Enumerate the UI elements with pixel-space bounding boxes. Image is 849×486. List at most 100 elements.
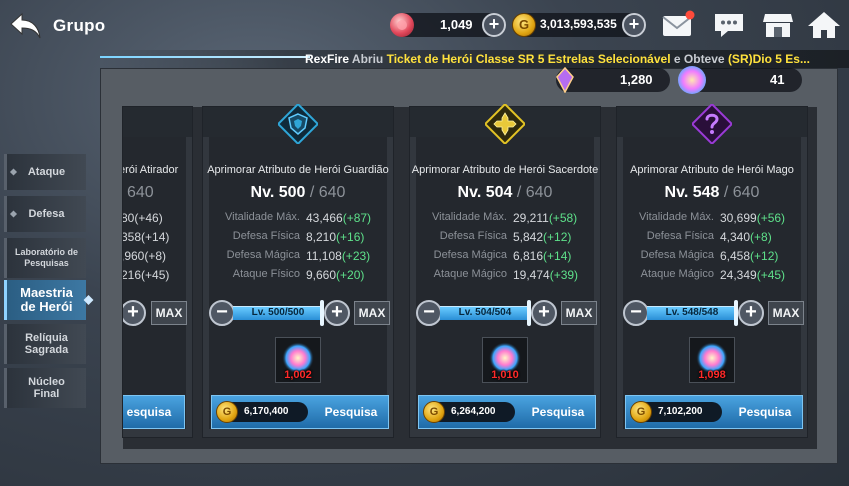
add-gold-button[interactable]: + xyxy=(622,13,646,37)
stat-name: Defesa Física xyxy=(646,230,714,242)
research-button[interactable]: G 6,264,200 Pesquisa xyxy=(418,395,596,429)
max-button[interactable]: MAX xyxy=(151,301,187,325)
card-title: Aprimorar Atributo de Herói Guardião xyxy=(207,164,389,176)
chat-icon[interactable] xyxy=(712,10,746,40)
cost-display: G 7,102,200 xyxy=(630,401,722,423)
stat-row: Vitalidade Máx. 30,699(+56) xyxy=(617,211,807,230)
ticker-reward: (SR)Dio 5 Es... xyxy=(727,52,810,66)
stat-number: 11,108 xyxy=(306,249,342,263)
research-button[interactable]: G 7,102,200 Pesquisa xyxy=(625,395,803,429)
stat-value: 6,816(+14) xyxy=(513,249,571,263)
mastery-card-priest: Aprimorar Atributo de Herói Sacerdote Nv… xyxy=(409,102,601,438)
stat-row: Defesa Física 8,210(+16) xyxy=(203,230,393,249)
home-icon[interactable] xyxy=(806,10,842,40)
material-slot[interactable]: 1,010 xyxy=(482,337,528,383)
level-selector: − Lv. 504/504 + MAX xyxy=(410,300,600,326)
stat-row: Vitalidade Máx. 43,466(+87) xyxy=(203,211,393,230)
stat-name: Defesa Mágica xyxy=(640,249,714,261)
stat-bonus: (+39) xyxy=(549,268,579,282)
stat-row: Defesa Física 4,340(+8) xyxy=(617,230,807,249)
ticker-action: Abriu xyxy=(351,52,384,66)
sidebar-item-label: Maestria de Herói xyxy=(20,285,73,314)
stat-number: 24,349 xyxy=(720,268,757,282)
level-cap: / 640 xyxy=(516,184,553,201)
crystal-value: 1,280 xyxy=(620,72,653,87)
stat-value: 358(+14) xyxy=(122,230,170,244)
orb-value: 41 xyxy=(770,72,785,87)
current-level: Nv. 548 xyxy=(664,184,720,201)
stat-bonus: (+14) xyxy=(543,249,572,263)
level-slider[interactable]: Lv. 504/504 xyxy=(440,306,530,320)
stat-value: 11,108(+23) xyxy=(306,249,370,263)
card-title: erói Atirador xyxy=(122,164,179,176)
mail-icon[interactable] xyxy=(661,10,695,40)
stat-number: 4,340 xyxy=(720,230,751,244)
sidebar-item-defense[interactable]: Defesa xyxy=(4,196,86,232)
stat-number: 29,211 xyxy=(513,211,549,225)
stat-row: Defesa Mágica 6,458(+12) xyxy=(617,249,807,268)
add-gems-button[interactable]: + xyxy=(482,13,506,37)
shop-icon[interactable] xyxy=(761,10,795,40)
stat-value: 5,842(+12) xyxy=(513,230,571,244)
stat-bonus: (+20) xyxy=(336,268,365,282)
stat-name: Defesa Mágica xyxy=(226,249,300,261)
research-button[interactable]: esquisa xyxy=(123,395,185,429)
ticker-player: RexFire xyxy=(305,52,350,66)
level-slider[interactable]: Lv. 548/548 xyxy=(647,306,737,320)
sidebar-item-label: Relíquia Sagrada xyxy=(24,332,69,356)
max-button[interactable]: MAX xyxy=(768,301,804,325)
stat-bonus: (+8) xyxy=(750,230,772,244)
card-header xyxy=(123,107,192,137)
level-plus-button[interactable]: + xyxy=(738,300,764,326)
max-button[interactable]: MAX xyxy=(354,301,390,325)
sidebar-item-final-core[interactable]: Núcleo Final xyxy=(4,368,86,408)
back-arrow-icon[interactable] xyxy=(8,8,44,44)
current-level: Nv. 500 xyxy=(250,184,306,201)
sidebar-item-label: Defesa xyxy=(28,208,65,220)
material-slot[interactable]: 1,098 xyxy=(689,337,735,383)
ticker-mid: e Obteve xyxy=(673,52,725,66)
card-level: Nv. 500 / 640 xyxy=(203,184,393,202)
stat-row: Vitalidade Máx. 29,211(+58) xyxy=(410,211,600,230)
stat-number: 9,660 xyxy=(306,268,337,282)
sidebar-item-sacred-relic[interactable]: Relíquia Sagrada xyxy=(4,324,86,364)
stat-value: 30,699(+56) xyxy=(720,211,785,225)
stat-number: 8,210 xyxy=(306,230,337,244)
level-plus-button[interactable]: + xyxy=(531,300,557,326)
top-bar: Grupo 1,049 + G 3,013,593,535 + xyxy=(0,0,849,50)
stat-bonus: (+16) xyxy=(336,230,365,244)
sidebar-item-research-lab[interactable]: Laboratório de Pesquisas xyxy=(4,238,86,278)
level-selector: − Lv. 500/500 + MAX xyxy=(203,300,393,326)
mastery-card-guardian: Aprimorar Atributo de Herói Guardião Nv.… xyxy=(202,102,394,438)
crystal-counter: 1,280 xyxy=(556,66,670,94)
sidebar-item-label: Laboratório de Pesquisas xyxy=(14,247,78,268)
stat-value: 29,211(+58) xyxy=(513,211,577,225)
stat-number: 5,842 xyxy=(513,230,544,244)
sidebar-item-hero-mastery[interactable]: Maestria de Herói xyxy=(4,280,94,320)
stat-value: 216(+45) xyxy=(122,268,170,282)
level-cap: / 640 xyxy=(723,184,760,201)
stat-name: Ataque Mágico xyxy=(640,268,714,280)
level-minus-button[interactable]: − xyxy=(623,300,649,326)
material-slot[interactable]: 1,002 xyxy=(275,337,321,383)
gem-value: 1,049 xyxy=(440,17,473,32)
stat-row: Ataque Mágico 24,349(+45) xyxy=(617,268,807,287)
max-button[interactable]: MAX xyxy=(561,301,597,325)
stat-value: 43,466(+87) xyxy=(306,211,371,225)
level-minus-button[interactable]: − xyxy=(416,300,442,326)
sidebar-item-attack[interactable]: Ataque xyxy=(4,154,86,190)
stat-bonus: (+87) xyxy=(342,211,372,225)
level-plus-button[interactable]: + xyxy=(324,300,350,326)
ticker-item: Ticket de Herói Classe SR 5 Estrelas Sel… xyxy=(386,52,671,66)
level-slider[interactable]: Lv. 500/500 xyxy=(233,306,323,320)
research-button[interactable]: G 6,170,400 Pesquisa xyxy=(211,395,389,429)
research-button-label: Pesquisa xyxy=(738,405,792,419)
gold-coin-icon: G xyxy=(512,13,536,37)
stat-name: Vitalidade Máx. xyxy=(431,211,507,223)
orb-icon xyxy=(678,66,706,94)
stat-value: 4,340(+8) xyxy=(720,230,772,244)
card-title: Aprimorar Atributo de Herói Sacerdote xyxy=(411,164,599,176)
level-minus-button[interactable]: − xyxy=(209,300,235,326)
active-tab-marker xyxy=(83,295,94,305)
page-title: Grupo xyxy=(53,16,106,35)
